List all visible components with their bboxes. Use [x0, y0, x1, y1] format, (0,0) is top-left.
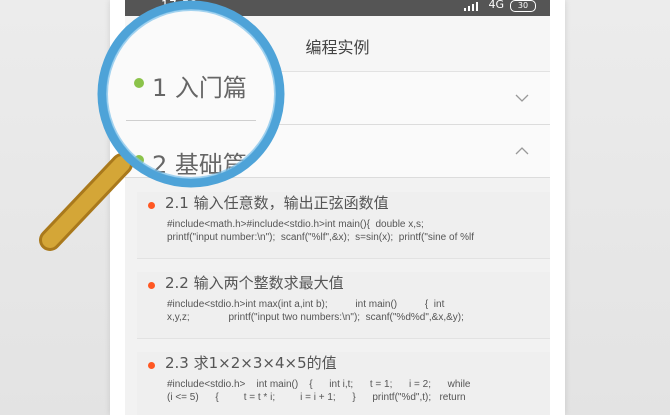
item-bullet	[148, 202, 155, 209]
item-code-preview: #include<stdio.h> int main() { int i,t; …	[167, 379, 471, 403]
page-title: 编程实例	[305, 38, 370, 57]
item-code-preview: #include<stdio.h>int max(int a,int b); i…	[167, 299, 464, 323]
status-time: 17:52	[161, 0, 199, 12]
section-intro[interactable]: 1 入门篇	[125, 72, 550, 125]
status-bar: 17:52 4G 30	[125, 0, 550, 16]
section-bullet	[135, 146, 144, 155]
item-code-preview: #include<math.h>#include<stdio.h>int mai…	[167, 219, 475, 243]
chevron-up-icon[interactable]	[514, 143, 530, 159]
chevron-down-icon[interactable]	[514, 90, 530, 106]
battery-icon: 30	[510, 0, 536, 12]
section-basics[interactable]: 2 基础篇	[125, 125, 550, 178]
list-item[interactable]: 2.3 求1×2×3×4×5的值 #include<stdio.h> int m…	[137, 352, 550, 415]
item-title: 2.3 求1×2×3×4×5的值	[165, 354, 337, 372]
item-title: 2.1 输入任意数，输出正弦函数值	[165, 194, 389, 212]
section-title: 1 入门篇	[153, 89, 233, 113]
app-bar: 编程实例	[125, 16, 550, 72]
section-title: 2 基础篇	[153, 142, 233, 166]
item-list: 2.1 输入任意数，输出正弦函数值 #include<math.h>#inclu…	[125, 178, 550, 415]
list-item[interactable]: 2.1 输入任意数，输出正弦函数值 #include<math.h>#inclu…	[137, 192, 550, 259]
item-bullet	[148, 282, 155, 289]
section-bullet	[135, 93, 144, 102]
phone-screen: 17:52 4G 30 编程实例 1 入门篇 2 基础篇 2.1 输入任意数，输…	[110, 0, 565, 415]
list-item[interactable]: 2.2 输入两个整数求最大值 #include<stdio.h>int max(…	[137, 272, 550, 339]
item-bullet	[148, 362, 155, 369]
network-type: 4G	[488, 0, 504, 11]
signal-icon	[464, 1, 480, 11]
item-title: 2.2 输入两个整数求最大值	[165, 274, 344, 292]
